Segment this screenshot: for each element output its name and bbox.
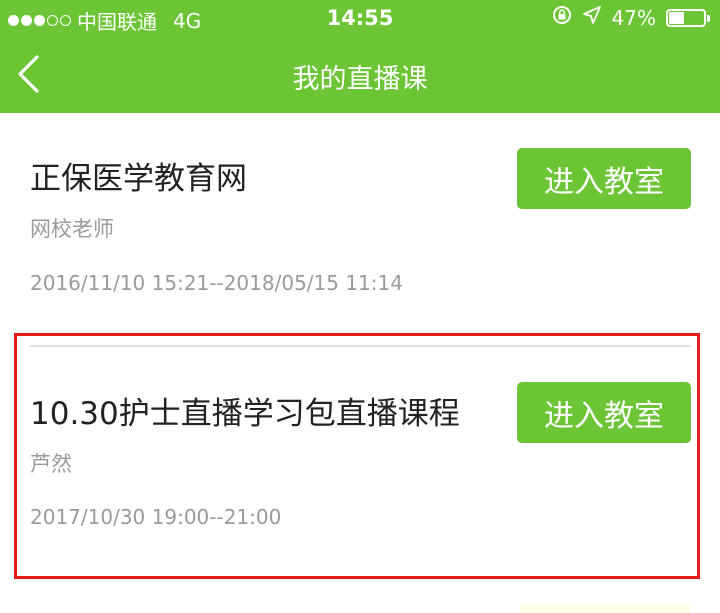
page-title: 我的直播课	[292, 64, 428, 95]
next-item-peek	[520, 604, 690, 613]
course-title: 正保医学教育网	[30, 161, 247, 197]
location-icon	[582, 5, 602, 30]
status-bar: 中国联通 4G 14:55 47%	[0, 0, 720, 38]
battery-icon	[666, 8, 710, 27]
battery-percent: 47%	[611, 5, 656, 30]
status-right: 47%	[552, 5, 710, 30]
enter-classroom-button[interactable]: 进入教室	[517, 148, 691, 209]
course-teacher: 网校老师	[30, 217, 114, 241]
course-period: 2016/11/10 15:21--2018/05/15 11:14	[30, 271, 403, 295]
battery-level	[669, 11, 684, 24]
highlight-box	[14, 333, 700, 579]
course-card: 正保医学教育网 网校老师 2016/11/10 15:21--2018/05/1…	[0, 113, 720, 345]
app-header: 中国联通 4G 14:55 47% 我的直播课	[0, 0, 720, 113]
rotation-lock-icon	[552, 5, 572, 30]
